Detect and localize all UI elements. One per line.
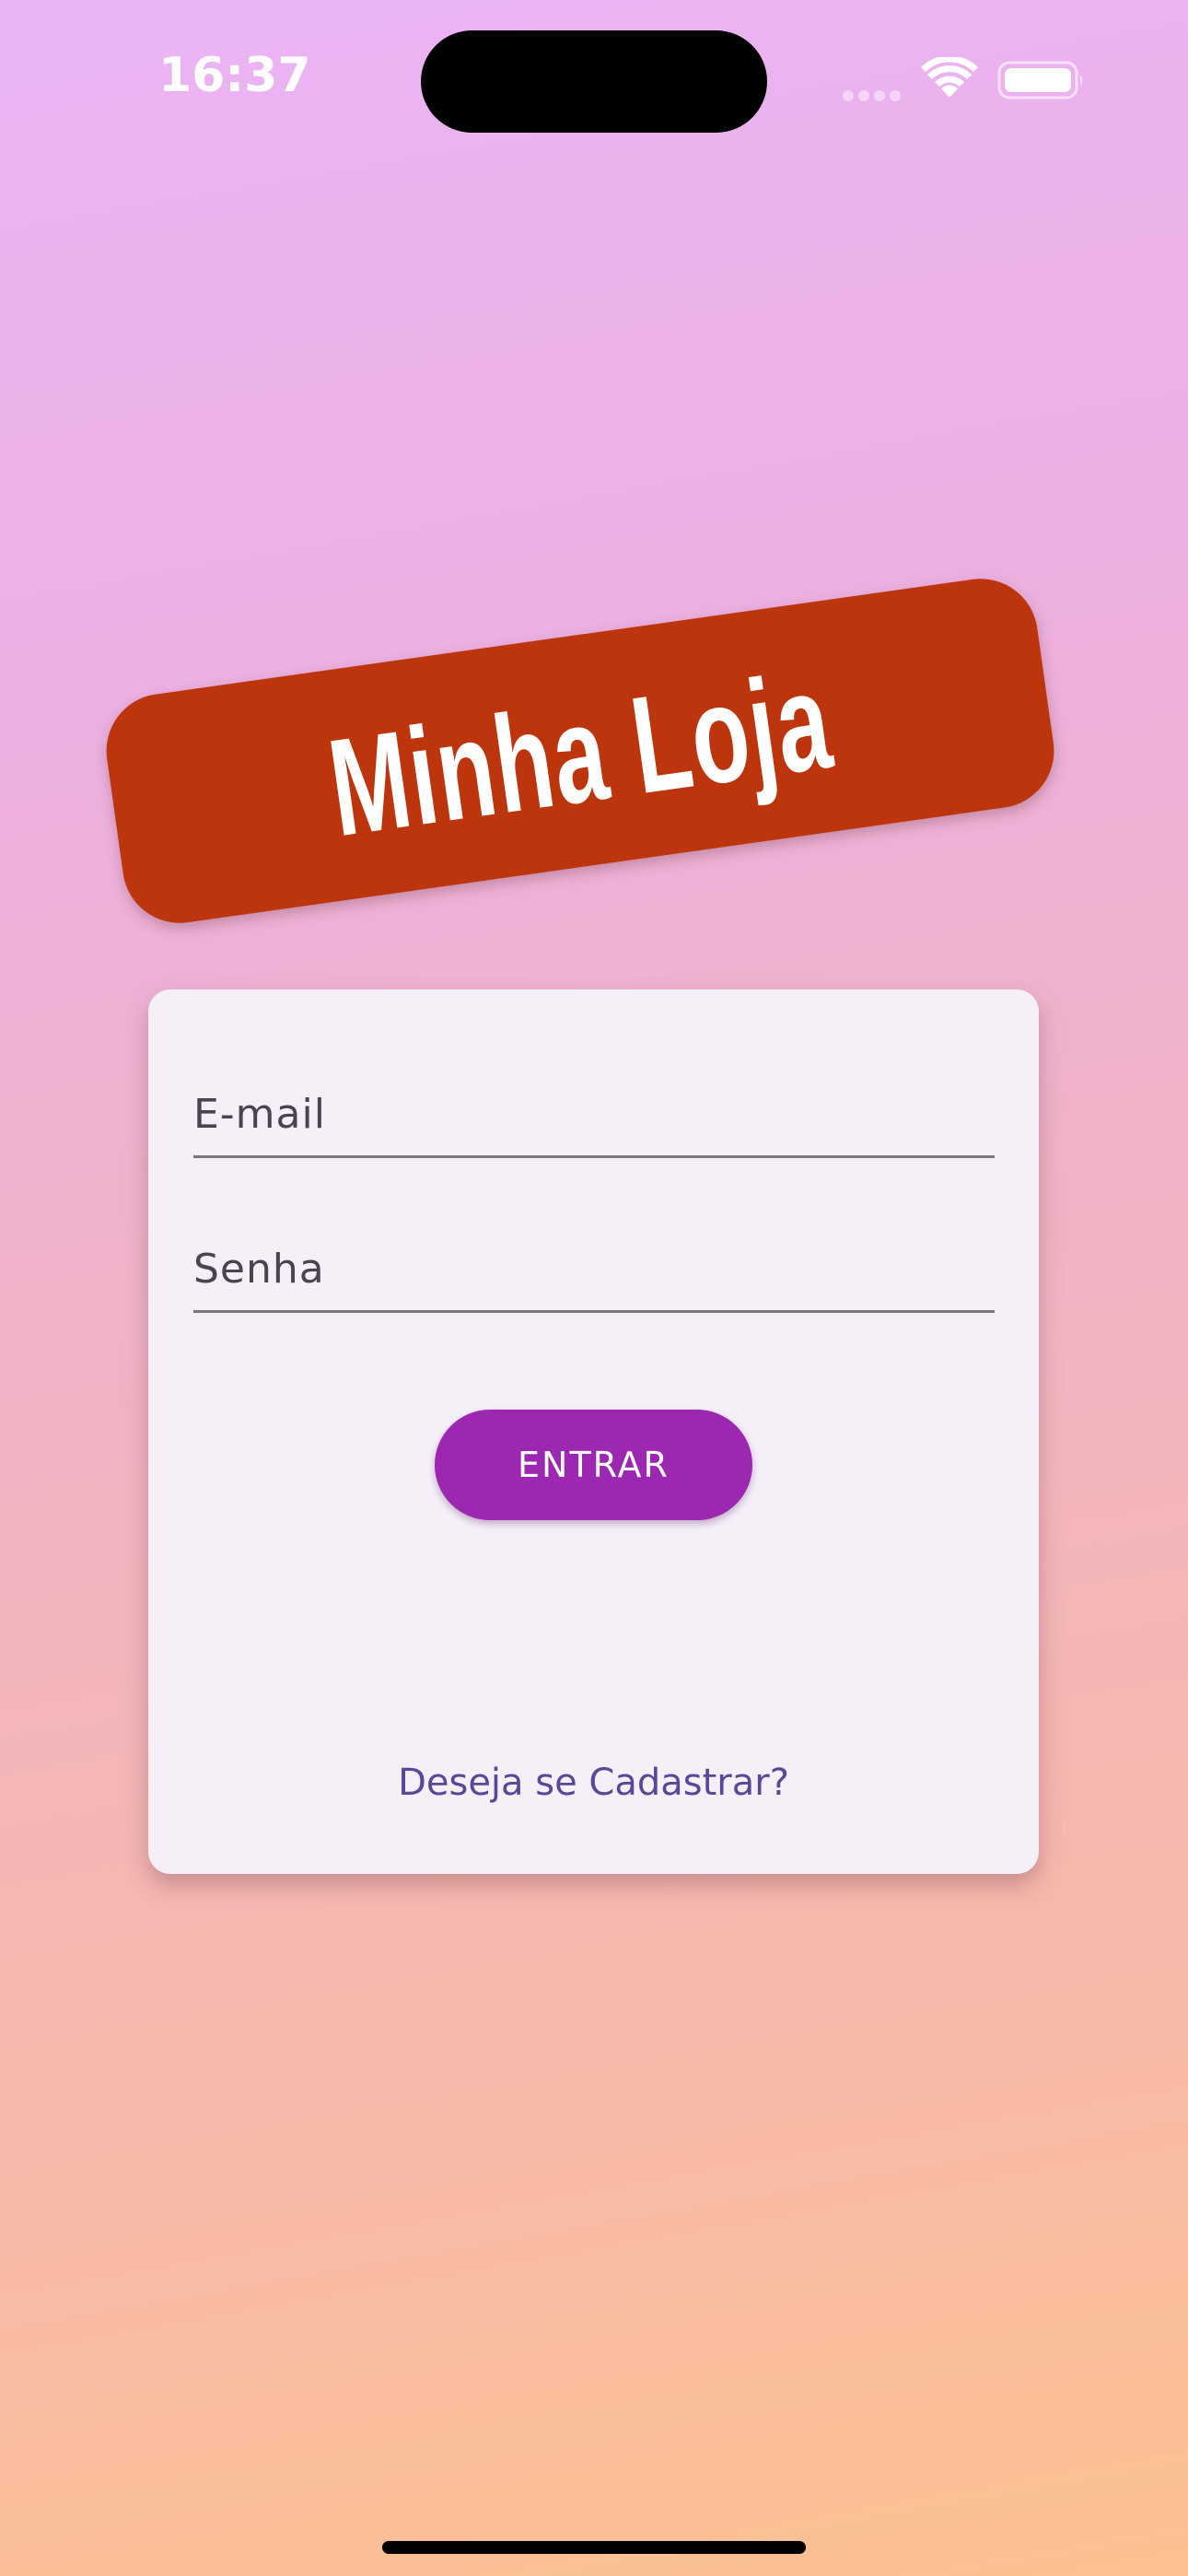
wifi-icon <box>921 57 978 98</box>
password-field[interactable] <box>193 1227 995 1310</box>
password-field-container <box>193 1227 995 1313</box>
battery-icon <box>997 61 1083 100</box>
email-field[interactable] <box>193 1072 995 1155</box>
home-indicator[interactable] <box>382 2541 806 2554</box>
email-field-container <box>193 1072 995 1158</box>
register-link[interactable]: Deseja se Cadastrar? <box>148 1762 1039 1804</box>
logo-banner: Minha Loja <box>99 571 1062 931</box>
dynamic-island <box>421 30 767 133</box>
cellular-dots-icon <box>843 88 905 101</box>
logo-text: Minha Loja <box>320 641 841 865</box>
enter-button[interactable]: ENTRAR <box>435 1410 752 1520</box>
status-bar: 16:37 <box>0 0 1188 157</box>
login-card: ENTRAR Deseja se Cadastrar? <box>148 989 1039 1874</box>
status-time: 16:37 <box>158 48 311 103</box>
